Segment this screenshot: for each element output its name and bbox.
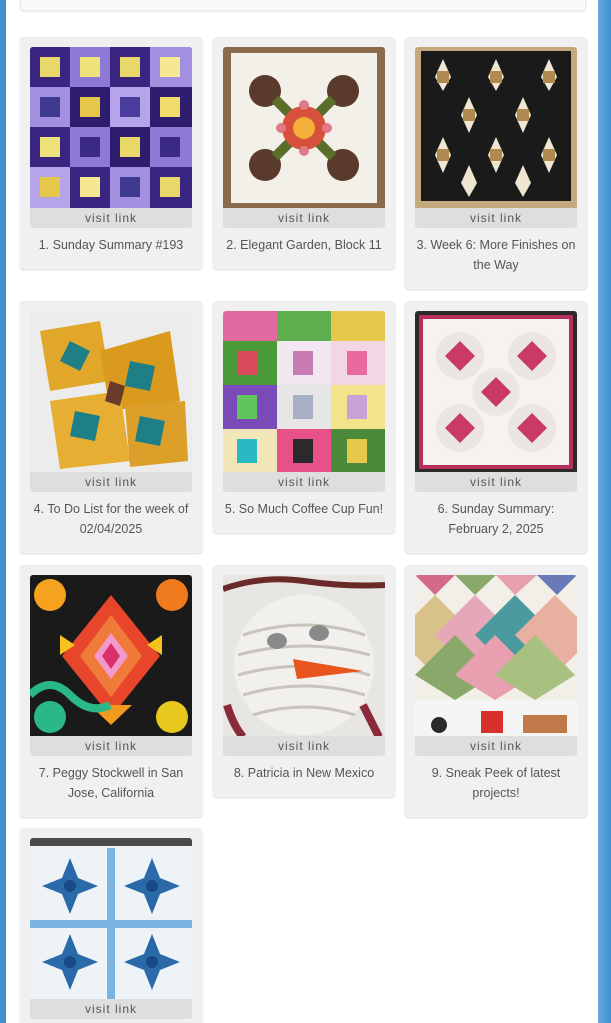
link-card[interactable]: visit link <box>20 828 202 1023</box>
quilt-thumbnail[interactable] <box>223 311 385 473</box>
visit-link[interactable]: visit link <box>415 208 577 228</box>
visit-link[interactable]: visit link <box>30 472 192 492</box>
link-card[interactable]: visit link 1. Sunday Summary #193 <box>20 37 202 269</box>
visit-link[interactable]: visit link <box>223 736 385 756</box>
quilt-thumbnail[interactable] <box>30 311 192 473</box>
orange-swirl-quilt-image <box>30 575 192 737</box>
visit-link[interactable]: visit link <box>30 736 192 756</box>
quilt-thumbnail[interactable] <box>415 575 577 737</box>
link-card[interactable]: visit link 8. Patricia in New Mexico <box>213 565 395 797</box>
link-caption[interactable]: 6. Sunday Summary: February 2, 2025 <box>411 499 581 539</box>
link-caption[interactable]: 8. Patricia in New Mexico <box>219 763 389 783</box>
visit-link[interactable]: visit link <box>30 208 192 228</box>
quilt-thumbnail[interactable] <box>30 838 192 1000</box>
link-caption[interactable]: 1. Sunday Summary #193 <box>26 235 196 255</box>
link-card[interactable]: visit link 7. Peggy Stockwell in San Jos… <box>20 565 202 817</box>
quilt-thumbnail[interactable] <box>415 47 577 209</box>
visit-link[interactable]: visit link <box>415 736 577 756</box>
coffee-cup-quilt-image <box>223 311 385 473</box>
link-caption[interactable]: 7. Peggy Stockwell in San Jose, Californ… <box>26 763 196 803</box>
log-cabin-quilt-image <box>30 47 192 209</box>
link-caption[interactable]: 2. Elegant Garden, Block 11 <box>219 235 389 255</box>
quilt-thumbnail[interactable] <box>223 47 385 209</box>
yarn-snowman-image <box>223 575 385 737</box>
applique-block-image <box>223 47 385 209</box>
blue-star-quilt-image <box>30 838 192 1000</box>
quilt-thumbnail[interactable] <box>223 575 385 737</box>
link-card[interactable]: visit link 9. Sneak Peek of latest proje… <box>405 565 587 817</box>
visit-link[interactable]: visit link <box>223 472 385 492</box>
pink-curved-quilt-image <box>415 311 577 473</box>
visit-link[interactable]: visit link <box>415 472 577 492</box>
link-caption[interactable]: 3. Week 6: More Finishes on the Way <box>411 235 581 275</box>
link-caption[interactable]: 5. So Much Coffee Cup Fun! <box>219 499 389 519</box>
link-caption[interactable]: 4. To Do List for the week of 02/04/2025 <box>26 499 196 539</box>
quilt-thumbnail[interactable] <box>30 575 192 737</box>
link-caption[interactable]: 9. Sneak Peek of latest projects! <box>411 763 581 803</box>
pastel-diamond-quilt-image <box>415 575 577 737</box>
link-card[interactable]: visit link 3. Week 6: More Finishes on t… <box>405 37 587 289</box>
visit-link[interactable]: visit link <box>223 208 385 228</box>
right-scroll-rail <box>598 0 611 1023</box>
link-card[interactable]: visit link 5. So Much Coffee Cup Fun! <box>213 301 395 533</box>
link-party-grid: visit link 1. Sunday Summary #193 visit … <box>0 0 598 1023</box>
gold-teal-blocks-image <box>30 311 192 473</box>
link-card[interactable]: visit link 4. To Do List for the week of… <box>20 301 202 553</box>
quilt-thumbnail[interactable] <box>30 47 192 209</box>
star-quilt-image <box>415 47 577 209</box>
link-card[interactable]: visit link 6. Sunday Summary: February 2… <box>405 301 587 553</box>
link-card[interactable]: visit link 2. Elegant Garden, Block 11 <box>213 37 395 269</box>
visit-link[interactable]: visit link <box>30 999 192 1019</box>
quilt-thumbnail[interactable] <box>415 311 577 473</box>
